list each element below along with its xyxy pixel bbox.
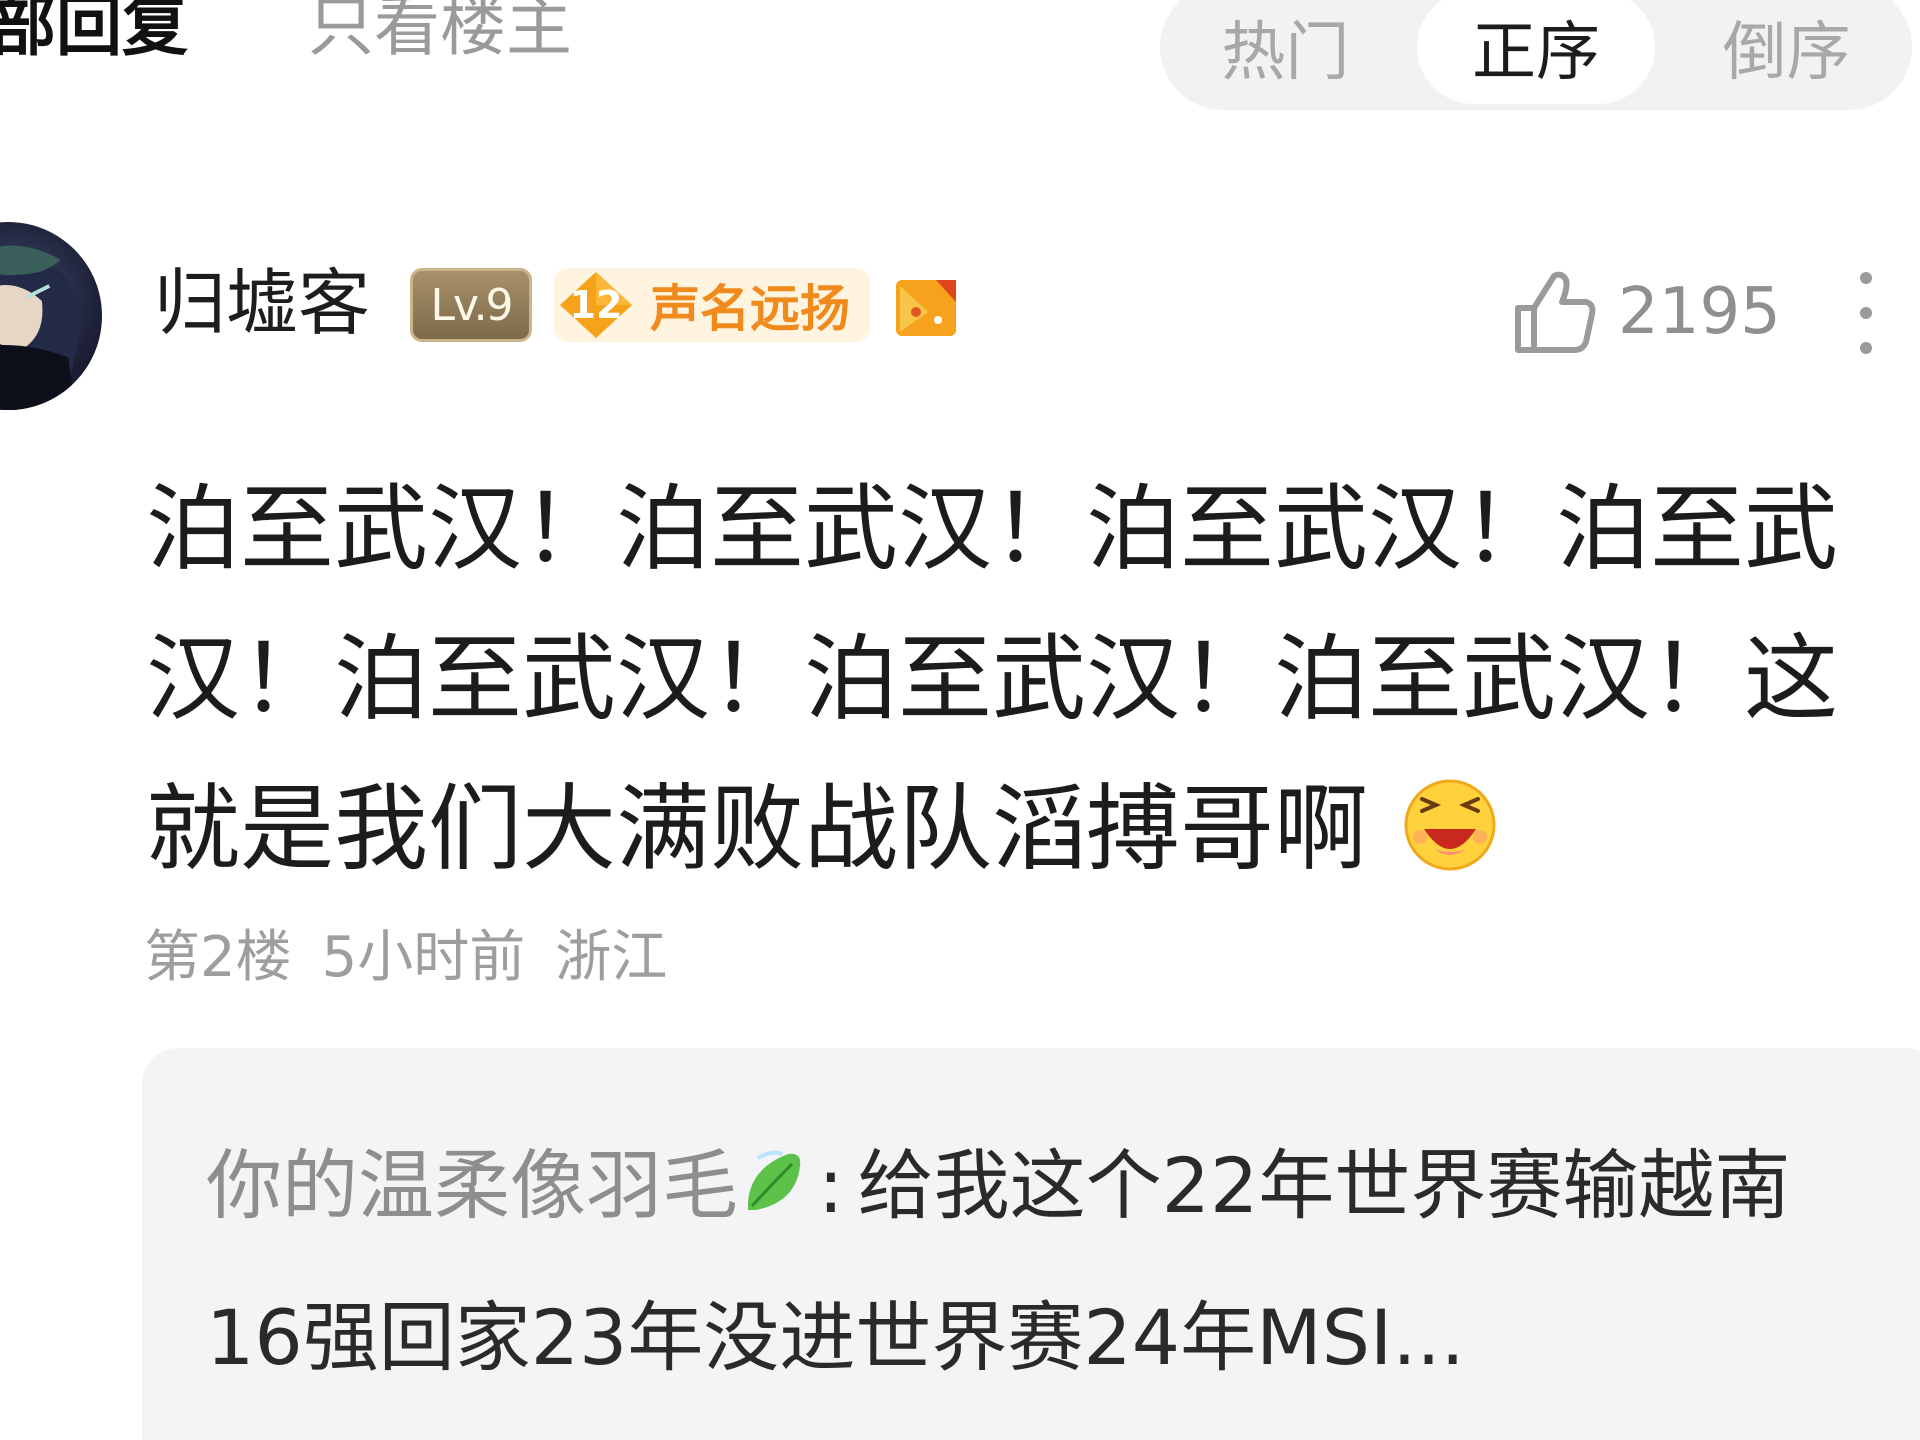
avatar[interactable]: [0, 222, 102, 410]
more-options-icon[interactable]: [1846, 272, 1886, 354]
sort-descending-tab[interactable]: 倒序: [1667, 0, 1906, 104]
post-content: 泊至武汉！泊至武汉！泊至武汉！泊至武汉！泊至武汉！泊至武汉！泊至武汉！这就是我们…: [146, 455, 1906, 905]
leaf-icon: [747, 1150, 801, 1210]
sort-switcher: 热门 正序 倒序: [1160, 0, 1912, 110]
floor-number: 第2楼: [144, 925, 292, 990]
like-button[interactable]: 2195: [1510, 268, 1781, 356]
sub-reply-author[interactable]: 你的温柔像羽毛: [206, 1141, 738, 1230]
fame-badge: 12 声名远扬: [554, 268, 870, 342]
post-meta: 第2楼 5小时前 浙江: [144, 912, 667, 993]
sort-ascending-tab[interactable]: 正序: [1416, 0, 1656, 104]
post-time: 5小时前: [321, 925, 526, 990]
ip-location: 浙江: [555, 925, 668, 990]
username[interactable]: 归墟客: [154, 258, 370, 348]
sub-reply-box[interactable]: 你的温柔像羽毛 : 给我这个22年世界赛输越南16强回家23年没进世界赛24年MS…: [142, 1048, 1920, 1440]
post-text: 泊至武汉！泊至武汉！泊至武汉！泊至武汉！泊至武汉！泊至武汉！泊至武汉！这就是我们…: [146, 475, 1839, 884]
fame-level: 12: [569, 283, 623, 327]
thumbs-up-icon: [1515, 271, 1596, 353]
medal-icon[interactable]: [892, 272, 964, 340]
avatar-image: [0, 245, 80, 410]
sub-reply-separator: :: [818, 1141, 844, 1230]
sort-hot-tab[interactable]: 热门: [1166, 0, 1405, 104]
op-only-tab[interactable]: 只看楼主: [308, 0, 572, 72]
sub-reply: 你的温柔像羽毛 : 给我这个22年世界赛输越南16强回家23年没进世界赛24年MS…: [206, 1110, 1826, 1414]
fame-title: 声名远扬: [650, 280, 850, 338]
reply-filter: 部回复 只看楼主: [0, 0, 572, 72]
post-detail-page: 部回复 只看楼主 热门 正序 倒序 归墟客 Lv.9 12 声名远扬 2195 …: [0, 0, 1920, 1440]
all-replies-tab[interactable]: 部回复: [0, 0, 188, 72]
like-count: 2195: [1618, 275, 1781, 349]
laughing-emoji-icon: [1404, 779, 1496, 871]
level-badge: Lv.9: [410, 268, 532, 342]
